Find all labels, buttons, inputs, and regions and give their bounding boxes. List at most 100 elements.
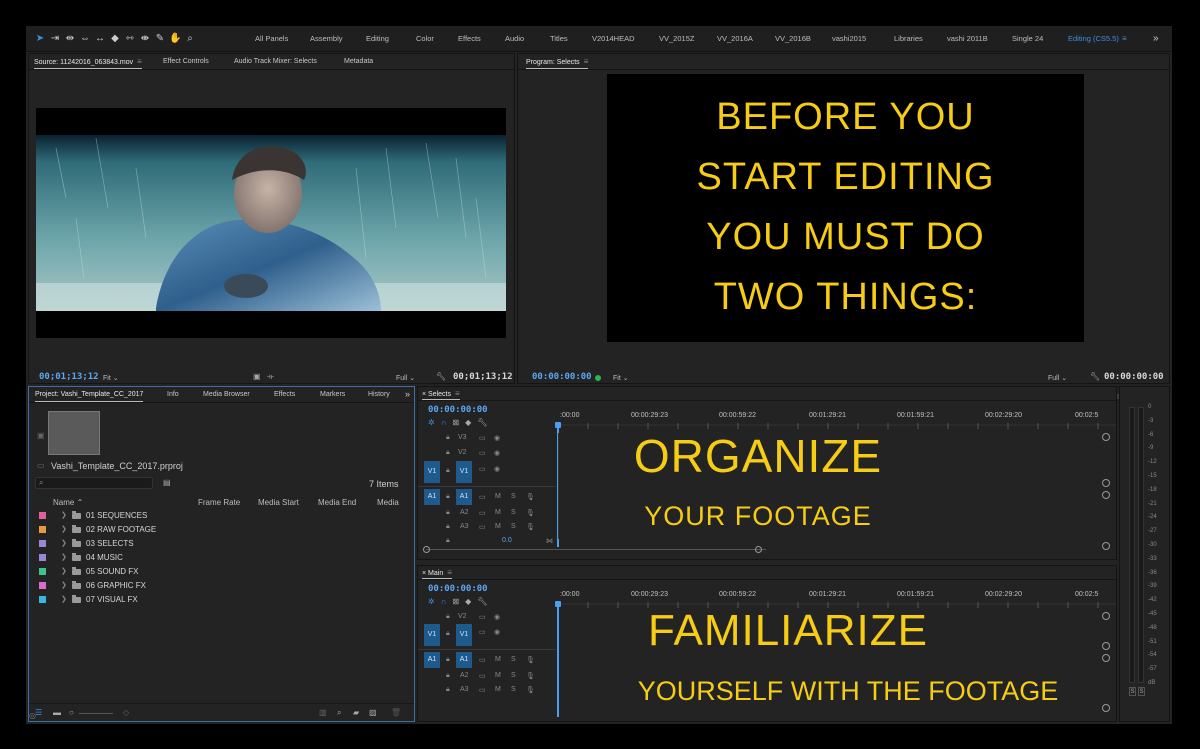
master-pan-icon[interactable]: ⋈	[546, 537, 553, 545]
source-marker-icon[interactable]: ▣	[253, 372, 261, 382]
chevron-right-icon[interactable]: ❯	[61, 509, 67, 523]
vertical-scroll-handle[interactable]	[1102, 612, 1110, 620]
sync-lock-icon[interactable]: ▭	[479, 509, 486, 517]
find-icon[interactable]: ⌕	[337, 708, 341, 718]
film-icon[interactable]: ▭	[479, 434, 486, 442]
tab-selects-sequence[interactable]: × Selects ≡	[422, 387, 460, 400]
workspace-titles[interactable]: Titles	[550, 26, 568, 52]
label-color-swatch[interactable]	[39, 582, 46, 589]
snap-icon[interactable]: ∩	[441, 597, 447, 607]
list-item[interactable]: ❯ 01 SEQUENCES	[30, 509, 398, 523]
workspace-vashi2011b[interactable]: vashi 2011B	[947, 26, 988, 52]
mute-button[interactable]: M	[495, 523, 501, 530]
source-settings-icon[interactable]: ⟛	[267, 372, 274, 382]
chevron-right-icon[interactable]: ❯	[61, 537, 67, 551]
zoom-slider-track[interactable]	[79, 713, 113, 714]
wrench-icon[interactable]: 🔧︎	[436, 372, 446, 382]
solo-left-button[interactable]: S	[1129, 687, 1136, 696]
microphone-icon[interactable]: 🎙︎	[526, 493, 535, 501]
program-full-dropdown[interactable]: Full ⌄	[1048, 374, 1067, 382]
list-item[interactable]: ❯ 02 RAW FOOTAGE	[30, 523, 398, 537]
rate-stretch-icon[interactable]: ↔	[94, 33, 106, 45]
workspace-effects[interactable]: Effects	[458, 26, 481, 52]
tab-program[interactable]: Program: Selects ≡	[526, 54, 589, 69]
source-full-dropdown[interactable]: Full ⌄	[396, 374, 415, 382]
eye-icon[interactable]: ◉	[494, 465, 500, 473]
workspace-vv2015z[interactable]: VV_2015Z	[659, 26, 694, 52]
vertical-scroll-handle[interactable]	[1102, 479, 1110, 487]
track-select-forward-icon[interactable]: ⇥	[49, 33, 61, 45]
tab-effect-controls[interactable]: Effect Controls	[163, 54, 209, 69]
scroll-handle-left[interactable]	[423, 546, 430, 553]
slip-icon[interactable]: ⇿	[124, 33, 136, 45]
vertical-scroll-handle[interactable]	[1102, 491, 1110, 499]
label-color-swatch[interactable]	[39, 596, 46, 603]
chevron-right-icon[interactable]: ❯	[61, 523, 67, 537]
column-media[interactable]: Media	[377, 498, 399, 507]
sync-lock-icon[interactable]: ▭	[479, 686, 486, 694]
timeline-timecode[interactable]: 00:00:00:00	[428, 405, 488, 415]
solo-button[interactable]: S	[511, 686, 516, 693]
mute-button[interactable]: M	[495, 686, 501, 693]
zoom-slider-knob[interactable]: ○	[69, 708, 74, 718]
playhead-handle[interactable]	[555, 422, 561, 428]
label-color-swatch[interactable]	[39, 512, 46, 519]
tab-menu-icon[interactable]: ≡	[584, 57, 589, 66]
zoom-icon[interactable]: ⌕	[184, 33, 196, 45]
column-frame-rate[interactable]: Frame Rate	[198, 498, 240, 507]
lock-icon[interactable]: 🔒︎	[446, 467, 450, 475]
rolling-edit-icon[interactable]: ⇔	[79, 33, 91, 45]
tabs-overflow-icon[interactable]: »	[405, 387, 410, 402]
lock-icon[interactable]: 🔒︎	[446, 613, 450, 621]
solo-button[interactable]: S	[511, 523, 516, 530]
razor-icon[interactable]: ◆	[109, 33, 121, 45]
source-patch-v1[interactable]: V1	[424, 624, 440, 646]
eye-icon[interactable]: ◉	[494, 449, 500, 457]
list-item[interactable]: ❯ 03 SELECTS	[30, 537, 398, 551]
list-item[interactable]: ❯ 05 SOUND FX	[30, 565, 398, 579]
solo-button[interactable]: S	[511, 493, 516, 500]
mute-button[interactable]: M	[495, 672, 501, 679]
film-icon[interactable]: ▭	[479, 465, 486, 473]
linked-selection-icon[interactable]: ⊠	[452, 597, 459, 607]
list-item[interactable]: ❯ 07 VISUAL FX	[30, 593, 398, 607]
selection-tool-icon[interactable]: ➤	[34, 33, 46, 45]
tab-history[interactable]: History	[368, 387, 390, 402]
eye-icon[interactable]: ◉	[494, 434, 500, 442]
trash-icon[interactable]: 🗑︎	[391, 708, 401, 718]
solo-button[interactable]: S	[511, 656, 516, 663]
source-patch-a1[interactable]: A1	[424, 489, 440, 505]
track-target-a1[interactable]: A1	[456, 489, 472, 505]
chevron-right-icon[interactable]: ❯	[61, 593, 67, 607]
tab-markers[interactable]: Markers	[320, 387, 345, 402]
list-item[interactable]: ❯ 04 MUSIC	[30, 551, 398, 565]
film-icon[interactable]: ▭	[479, 628, 486, 636]
source-fit-dropdown[interactable]: Fit ⌄	[103, 374, 119, 382]
vertical-scroll-handle[interactable]	[1102, 642, 1110, 650]
microphone-icon[interactable]: 🎙︎	[526, 523, 535, 531]
wrench-icon[interactable]: 🔧︎	[1090, 372, 1100, 382]
workspace-vv2016b[interactable]: VV_2016B	[775, 26, 811, 52]
microphone-icon[interactable]: 🎙︎	[526, 672, 535, 680]
sync-lock-icon[interactable]: ▭	[479, 523, 486, 531]
sync-lock-icon[interactable]: ▭	[479, 493, 486, 501]
lock-icon[interactable]: 🔒︎	[446, 630, 450, 638]
chevron-right-icon[interactable]: ❯	[61, 579, 67, 593]
snap-icon[interactable]: ∩	[441, 418, 447, 428]
solo-button[interactable]: S	[511, 672, 516, 679]
tab-info[interactable]: Info	[167, 387, 179, 402]
microphone-icon[interactable]: 🎙︎	[526, 686, 535, 694]
new-bin-icon[interactable]: ▰	[353, 708, 359, 718]
track-target-v1[interactable]: V1	[456, 461, 472, 483]
column-media-end[interactable]: Media End	[318, 498, 356, 507]
solo-button[interactable]: S	[511, 509, 516, 516]
program-timecode-current[interactable]: 00:00:00:00	[532, 372, 592, 382]
program-video-frame[interactable]: BEFORE YOU START EDITING YOU MUST DO TWO…	[607, 74, 1084, 342]
program-fit-dropdown[interactable]: Fit ⌄	[613, 374, 629, 382]
workspace-editing[interactable]: Editing	[366, 26, 389, 52]
horizontal-scrollbar[interactable]	[426, 549, 766, 550]
workspace-menu-icon[interactable]: ≡	[1122, 26, 1127, 52]
workspace-libraries[interactable]: Libraries	[894, 26, 923, 52]
microphone-icon[interactable]: 🎙︎	[526, 509, 535, 517]
track-target-a1[interactable]: A1	[456, 652, 472, 668]
